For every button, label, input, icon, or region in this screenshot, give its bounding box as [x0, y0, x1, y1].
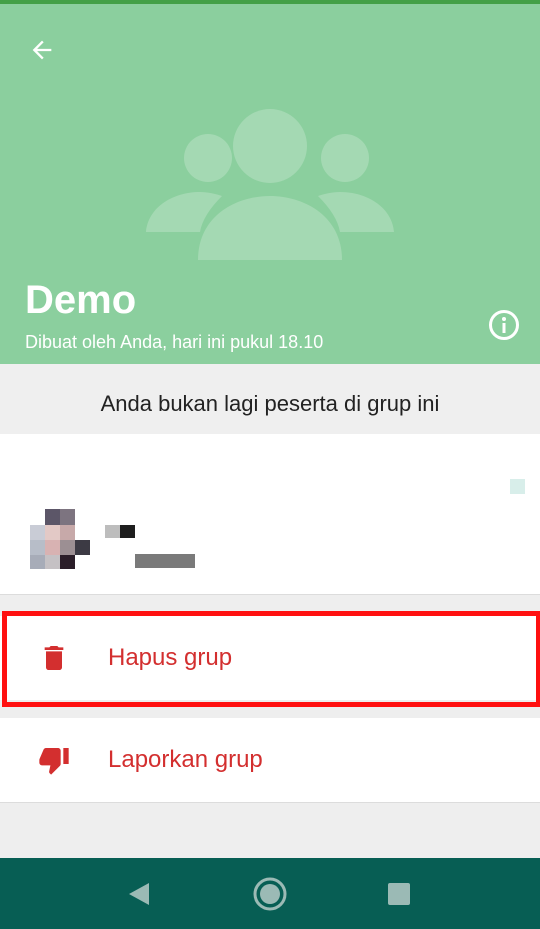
- nav-back-button[interactable]: [119, 876, 159, 912]
- triangle-back-icon: [129, 883, 149, 905]
- not-member-notice: Anda bukan lagi peserta di grup ini: [0, 364, 540, 434]
- nav-home-button[interactable]: [250, 876, 290, 912]
- delete-group-button[interactable]: Hapus grup: [0, 616, 540, 700]
- participant-row[interactable]: [0, 434, 540, 595]
- report-group-button[interactable]: Laporkan grup: [0, 718, 540, 803]
- system-nav-bar: [0, 858, 540, 929]
- delete-group-label: Hapus grup: [108, 644, 233, 671]
- info-button[interactable]: [485, 306, 523, 344]
- group-header: Demo Dibuat oleh Anda, hari ini pukul 18…: [0, 4, 540, 364]
- group-name: Demo: [25, 278, 137, 322]
- square-recents-icon: [388, 883, 410, 905]
- info-icon: [489, 310, 519, 340]
- nav-recents-button[interactable]: [379, 876, 419, 912]
- trash-icon: [44, 646, 64, 670]
- participant-status: [135, 554, 195, 568]
- back-button[interactable]: [22, 30, 62, 70]
- participant-badge: [510, 479, 525, 494]
- thumbs-down-icon: [39, 748, 69, 775]
- circle-home-icon: [253, 877, 287, 911]
- report-group-label: Laporkan grup: [108, 746, 263, 773]
- group-created-info: Dibuat oleh Anda, hari ini pukul 18.10: [25, 332, 324, 352]
- group-icon: [146, 109, 394, 260]
- arrow-left-icon: [32, 40, 52, 60]
